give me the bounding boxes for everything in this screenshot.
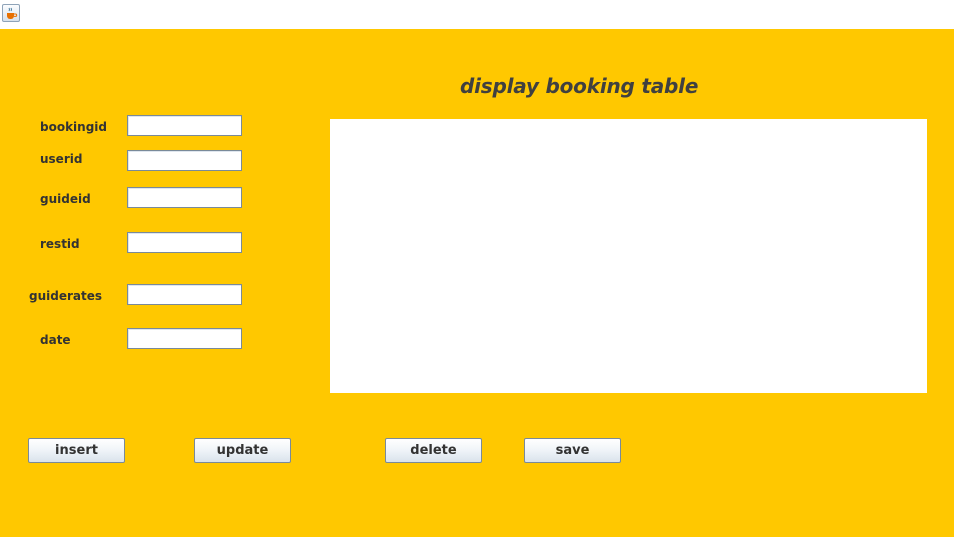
bookingid-field[interactable] — [127, 115, 242, 136]
date-field[interactable] — [127, 328, 242, 349]
userid-label: userid — [40, 152, 83, 166]
save-button[interactable]: save — [524, 438, 621, 463]
date-label: date — [40, 333, 71, 347]
guiderates-field[interactable] — [127, 284, 242, 305]
page-title: display booking table — [460, 74, 699, 98]
window-titlebar — [0, 0, 954, 29]
guiderates-label: guiderates — [29, 289, 103, 303]
restid-label: restid — [40, 237, 80, 251]
restid-field[interactable] — [127, 232, 242, 253]
bookingid-label: bookingid — [40, 120, 108, 134]
booking-table[interactable] — [330, 119, 927, 393]
guideid-label: guideid — [40, 192, 91, 206]
update-button[interactable]: update — [194, 438, 291, 463]
guideid-field[interactable] — [127, 187, 242, 208]
userid-field[interactable] — [127, 150, 242, 171]
delete-button[interactable]: delete — [385, 438, 482, 463]
java-cup-icon[interactable] — [2, 4, 20, 22]
insert-button[interactable]: insert — [28, 438, 125, 463]
